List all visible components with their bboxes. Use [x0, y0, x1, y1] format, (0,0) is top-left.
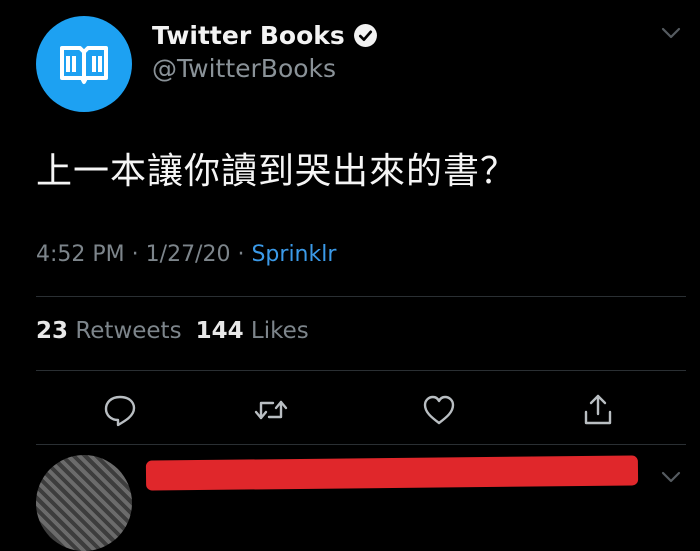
- likes-stat[interactable]: 144 Likes: [196, 318, 309, 344]
- display-name[interactable]: Twitter Books: [152, 21, 345, 50]
- chevron-down-icon[interactable]: [660, 470, 682, 484]
- retweets-stat[interactable]: 23 Retweets: [36, 318, 182, 344]
- divider: [36, 296, 686, 297]
- separator: ·: [131, 242, 139, 267]
- retweets-count: 23: [36, 318, 69, 344]
- chevron-down-icon[interactable]: [660, 26, 682, 40]
- likes-label: Likes: [250, 318, 309, 344]
- divider: [36, 444, 686, 445]
- separator: ·: [237, 242, 245, 267]
- tweet-timestamp: 4:52 PM · 1/27/20 · Sprinklr: [36, 242, 336, 267]
- user-handle[interactable]: @TwitterBooks: [152, 54, 336, 83]
- reply-icon[interactable]: [102, 392, 138, 428]
- tweet-source-link[interactable]: Sprinklr: [251, 242, 336, 267]
- share-icon[interactable]: [580, 392, 616, 428]
- tweet-text: 上一本讓你讀到哭出來的書？: [36, 151, 518, 192]
- tweet-date[interactable]: 1/27/20: [146, 242, 231, 267]
- redaction-mark: [145, 455, 639, 491]
- likes-count: 144: [195, 318, 244, 344]
- tweet-author[interactable]: Twitter Books: [152, 18, 378, 52]
- divider: [36, 370, 686, 371]
- twitter-books-avatar[interactable]: [36, 16, 132, 112]
- retweets-label: Retweets: [75, 318, 182, 344]
- reply-avatar[interactable]: [36, 455, 132, 551]
- tweet-time[interactable]: 4:52 PM: [36, 242, 125, 267]
- tweet-stats: 23 Retweets 144 Likes: [36, 318, 309, 344]
- heart-icon[interactable]: [421, 392, 457, 428]
- verified-badge-icon: [353, 23, 377, 47]
- retweet-icon[interactable]: [253, 392, 289, 428]
- open-book-icon: [60, 46, 108, 84]
